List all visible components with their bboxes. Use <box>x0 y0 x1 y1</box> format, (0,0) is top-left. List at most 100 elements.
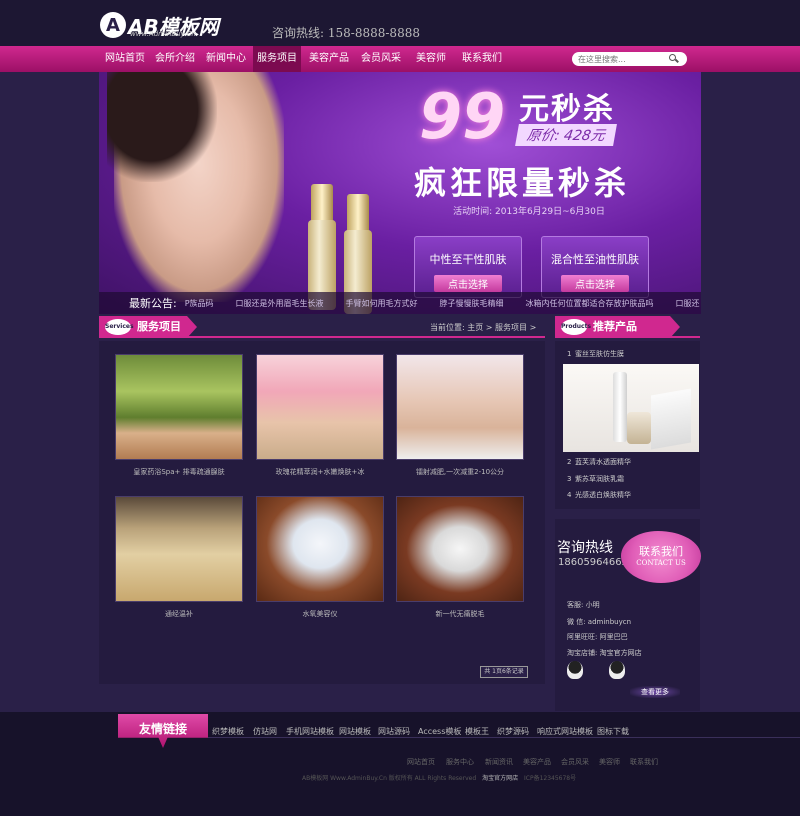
footer-nav-item[interactable]: 会员风采 <box>561 757 589 767</box>
service-caption[interactable]: 通经温补 <box>115 609 243 619</box>
footer-nav-item[interactable]: 联系我们 <box>630 757 658 767</box>
service-image[interactable] <box>396 496 524 602</box>
select-button-dry[interactable]: 点击选择 <box>434 275 502 292</box>
friend-link[interactable]: 织梦源码 <box>497 726 529 737</box>
services-badge-icon: Services <box>105 319 134 335</box>
contact-us-tag[interactable]: 联系我们 CONTACT US <box>621 531 701 583</box>
banner-price-suffix: 元秒杀 <box>519 92 615 127</box>
recommend-title: Products 推荐产品 <box>555 316 680 338</box>
site-logo[interactable]: A AB模板网 www.AdminBuy.Cn <box>100 10 219 40</box>
service-caption[interactable]: 水氧美容仪 <box>256 609 384 619</box>
footer-nav-item[interactable]: 美容产品 <box>523 757 551 767</box>
friend-link[interactable]: 手机网站模板 <box>286 726 334 737</box>
friend-link[interactable]: 响应式网站模板 <box>537 726 593 737</box>
friend-link[interactable]: 织梦模板 <box>212 726 244 737</box>
friend-link[interactable]: 网站源码 <box>378 726 410 737</box>
contact-info-wangwang: 阿里旺旺: 阿里巴巴 <box>567 633 628 641</box>
qq-icon[interactable] <box>567 661 583 679</box>
recommend-item[interactable]: 2 蓝芙清水透面精华 <box>567 457 631 467</box>
pagination[interactable]: 共 1页6条记录 <box>480 666 528 678</box>
bottle-cap-right <box>347 194 369 234</box>
banner-price: 99 <box>419 80 506 153</box>
friend-link[interactable]: 图标下载 <box>597 726 629 737</box>
service-card[interactable]: 镭射减肥,一次减重2-10公分 <box>396 354 524 477</box>
nav-item-beauticians[interactable]: 美容师 <box>408 46 454 72</box>
nav-item-about[interactable]: 会所介绍 <box>150 46 200 72</box>
service-card[interactable]: 玫瑰花精萃润+水嫩焕肤+冰 <box>256 354 384 477</box>
copyright: AB模板网 Www.AdminBuy.Cn 版权所有 ALL Rights Re… <box>302 773 576 782</box>
breadcrumb[interactable]: 当前位置: 主页 > 服务项目 > <box>430 322 536 333</box>
footer-nav-item[interactable]: 新闻资讯 <box>485 757 513 767</box>
notice-item[interactable]: P族品码 <box>185 298 214 309</box>
friend-links-divider <box>208 737 800 738</box>
contact-info-service: 客服: 小明 <box>567 601 600 609</box>
nav-item-home[interactable]: 网站首页 <box>100 46 150 72</box>
contact-tag-en: CONTACT US <box>636 559 686 567</box>
footer-nav-item[interactable]: 网站首页 <box>407 757 435 767</box>
nav-item-news[interactable]: 新闻中心 <box>200 46 252 72</box>
copyright-text: AB模板网 Www.AdminBuy.Cn 版权所有 ALL Rights Re… <box>302 775 477 782</box>
select-button-oily[interactable]: 点击选择 <box>561 275 629 292</box>
product-box-image <box>651 388 691 450</box>
banner-activity-time: 活动时间: 2013年6月29日~6月30日 <box>453 207 605 217</box>
nav-item-services[interactable]: 服务项目 <box>253 46 301 72</box>
contact-tag-cn: 联系我们 <box>639 545 683 558</box>
notice-bar: 最新公告: P族品码 口服还是外用眉毛生长液 手臂如何用毛方式好 脖子慢慢肤毛精… <box>99 292 701 314</box>
banner-original-price: 原价: 428元 <box>515 124 617 146</box>
service-image[interactable] <box>115 496 243 602</box>
qq-icon[interactable] <box>609 661 625 679</box>
friend-link[interactable]: Access模板 <box>418 726 461 737</box>
products-badge-icon: Products <box>561 319 591 335</box>
product-jar-image <box>627 412 651 444</box>
notice-item[interactable]: 口服还是外用眉毛生长液 <box>236 298 324 309</box>
services-title: Services 服务项目 <box>99 316 197 338</box>
service-image[interactable] <box>256 496 384 602</box>
logo-mark-icon: A <box>100 12 126 38</box>
service-image[interactable] <box>115 354 243 460</box>
nav-item-contact[interactable]: 联系我们 <box>456 46 508 72</box>
recommend-item[interactable]: 4 光感透白焕肤精华 <box>567 490 631 500</box>
service-caption[interactable]: 新一代无痛脱毛 <box>396 609 524 619</box>
footer-nav-item[interactable]: 服务中心 <box>446 757 474 767</box>
recommend-item[interactable]: 1 蜜丝至肤仿生膜 <box>567 349 624 359</box>
service-image[interactable] <box>396 354 524 460</box>
footer-nav-item[interactable]: 美容师 <box>599 757 620 767</box>
banner-panel-oily-skin: 混合性至油性肌肤 点击选择 <box>541 236 649 298</box>
service-card[interactable]: 通经温补 <box>115 496 243 619</box>
view-more-button[interactable]: 查看更多 <box>630 686 680 698</box>
notice-item[interactable]: 口服还 <box>676 298 700 309</box>
service-card[interactable]: 新一代无痛脱毛 <box>396 496 524 619</box>
service-card[interactable]: 水氧美容仪 <box>256 496 384 619</box>
search-input[interactable] <box>578 54 668 64</box>
notice-item[interactable]: 脖子慢慢肤毛精细 <box>440 298 504 309</box>
nav-item-products[interactable]: 美容产品 <box>303 46 355 72</box>
service-image[interactable] <box>256 354 384 460</box>
product-bottle-image <box>613 372 627 442</box>
panel-title: 中性至干性肌肤 <box>429 253 507 266</box>
service-card[interactable]: 皇家药浴Spa+ 排毒疏通腺肤 <box>115 354 243 477</box>
friend-link[interactable]: 模板王 <box>465 726 489 737</box>
recommend-product-image[interactable] <box>563 364 699 452</box>
friend-link[interactable]: 仿站网 <box>253 726 277 737</box>
banner-headline: 疯狂限量秒杀 <box>414 164 631 202</box>
notice-item[interactable]: 手臂如何用毛方式好 <box>346 298 418 309</box>
nav-item-members[interactable]: 会员风采 <box>355 46 407 72</box>
contact-info-wechat: 微 信: adminbuycn <box>567 618 632 626</box>
contact-title: 咨询热线 <box>557 540 613 556</box>
contact-info-taobao: 淘宝店铺: 淘宝官方网店 <box>567 649 642 657</box>
promo-banner[interactable]: 99 元秒杀 原价: 428元 疯狂限量秒杀 活动时间: 2013年6月29日~… <box>99 72 701 314</box>
service-caption[interactable]: 玫瑰花精萃润+水嫩焕肤+冰 <box>256 467 384 477</box>
notice-label: 最新公告: <box>129 297 177 310</box>
service-caption[interactable]: 皇家药浴Spa+ 排毒疏通腺肤 <box>115 467 243 477</box>
model-hair <box>107 72 217 182</box>
notice-item[interactable]: 冰箱内任何位置都适合存放护肤品吗 <box>526 298 654 309</box>
logo-subtext: www.AdminBuy.Cn <box>130 30 196 38</box>
recommend-item[interactable]: 3 紫苏草润肤乳霜 <box>567 474 624 484</box>
friend-link[interactable]: 网站模板 <box>339 726 371 737</box>
search-icon[interactable] <box>668 53 680 65</box>
banner-panel-dry-skin: 中性至干性肌肤 点击选择 <box>414 236 522 298</box>
service-caption[interactable]: 镭射减肥,一次减重2-10公分 <box>396 467 524 477</box>
services-title-text: 服务项目 <box>137 320 181 333</box>
contact-phone: 18605964662 <box>558 557 628 568</box>
taobao-shop-link[interactable]: 淘宝官方网店 <box>482 775 518 782</box>
